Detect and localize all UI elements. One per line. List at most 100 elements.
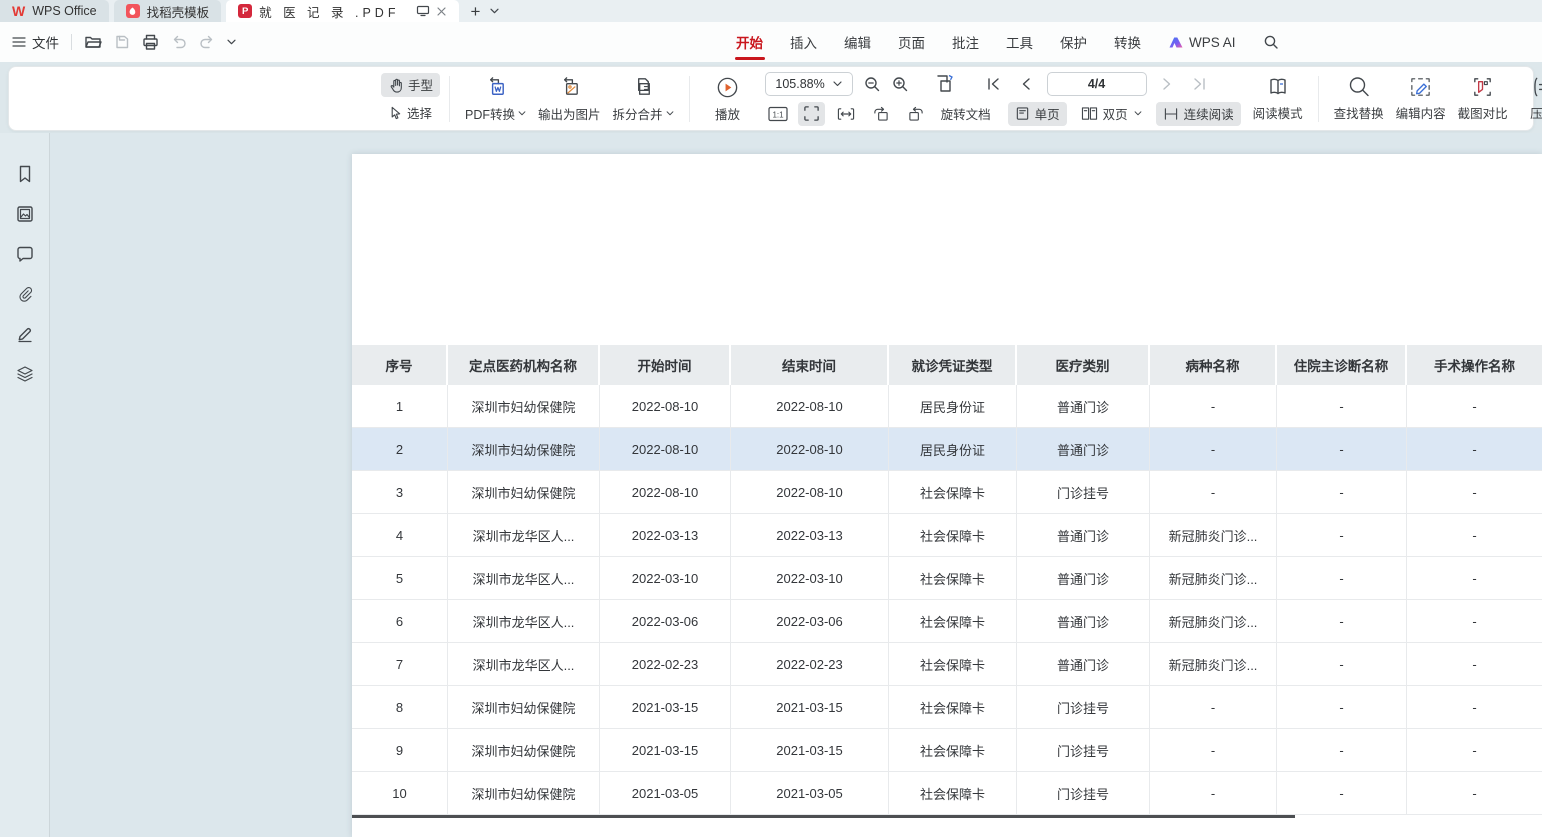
edit-content-button[interactable]: 编辑内容 (1390, 71, 1452, 127)
attachment-panel-icon[interactable] (12, 283, 38, 304)
table-cell: - (1277, 643, 1407, 686)
chevron-down-icon (666, 111, 674, 116)
table-cell: - (1277, 514, 1407, 557)
first-page-icon[interactable] (983, 78, 1005, 90)
table-cell: - (1407, 385, 1542, 428)
table-row: 4深圳市龙华区人...2022-03-132022-03-13社会保障卡普通门诊… (352, 514, 1542, 557)
header-cell: 开始时间 (600, 345, 731, 385)
table-cell: - (1277, 471, 1407, 514)
split-merge-button[interactable]: 拆分合并 (607, 71, 680, 127)
table-cell: 2022-03-06 (600, 600, 731, 643)
export-as-image-button[interactable]: 输出为图片 (532, 71, 607, 127)
table-cell: 深圳市妇幼保健院 (448, 471, 600, 514)
tab-document-pdf[interactable]: P 就 医 记 录 .PDF (226, 0, 459, 22)
medical-records-table: 序号定点医药机构名称开始时间结束时间就诊凭证类型医疗类别病种名称住院主诊断名称手… (352, 345, 1542, 815)
export-image-icon (557, 75, 582, 100)
table-cell: 深圳市妇幼保健院 (448, 729, 600, 772)
zoom-out-icon[interactable] (863, 75, 881, 93)
table-cell: 4 (352, 514, 448, 557)
zoom-in-icon[interactable] (891, 75, 909, 93)
swap-pages-icon[interactable] (933, 73, 957, 95)
table-cell: 普通门诊 (1017, 514, 1150, 557)
pdf-page: 序号定点医药机构名称开始时间结束时间就诊凭证类型医疗类别病种名称住院主诊断名称手… (352, 154, 1542, 837)
menu-tab-insert[interactable]: 插入 (790, 22, 817, 62)
table-cell: 2022-03-10 (600, 557, 731, 600)
undo-icon[interactable] (171, 35, 187, 49)
thumbnail-panel-icon[interactable] (12, 203, 38, 224)
table-cell: - (1277, 729, 1407, 772)
screenshot-compare-button[interactable]: 截图对比 (1452, 71, 1514, 127)
table-cell: - (1277, 428, 1407, 471)
menu-tab-page[interactable]: 页面 (898, 22, 925, 62)
read-mode-button[interactable]: 阅读模式 (1247, 71, 1309, 127)
book-icon (1265, 75, 1291, 99)
tab-label: 就 医 记 录 .PDF (259, 2, 399, 21)
table-cell: - (1150, 686, 1277, 729)
table-cell: - (1150, 428, 1277, 471)
bookmark-icon[interactable] (12, 163, 38, 184)
screen-share-icon[interactable] (416, 5, 430, 17)
hand-tool-button[interactable]: 手型 (381, 73, 440, 97)
page-number-input[interactable]: 4/4 (1047, 72, 1147, 96)
table-cell: 2021-03-15 (731, 686, 889, 729)
layers-panel-icon[interactable] (12, 363, 38, 384)
previous-page-icon[interactable] (1015, 78, 1037, 90)
file-menu-button[interactable]: 文件 (12, 32, 59, 52)
header-cell: 住院主诊断名称 (1277, 345, 1407, 385)
menu-tab-edit[interactable]: 编辑 (844, 22, 871, 62)
document-workspace: 序号定点医药机构名称开始时间结束时间就诊凭证类型医疗类别病种名称住院主诊断名称手… (0, 133, 1542, 837)
rotate-document-button[interactable]: 旋转文档 (937, 102, 995, 126)
divider (1318, 76, 1319, 122)
table-cell: 2022-02-23 (731, 643, 889, 686)
menu-tab-tools[interactable]: 工具 (1006, 22, 1033, 62)
ribbon-toolbar: 手型 选择 PDF转换 输出为图片 拆分合并 (8, 66, 1534, 131)
fit-width-icon (837, 107, 855, 121)
table-cell: - (1407, 471, 1542, 514)
save-icon[interactable] (114, 34, 130, 50)
menu-search-icon[interactable] (1263, 22, 1279, 62)
zoom-level-select[interactable]: 105.88% (765, 72, 853, 96)
table-cell: 2021-03-15 (600, 686, 731, 729)
pdf-convert-button[interactable]: PDF转换 (459, 71, 532, 127)
redo-icon[interactable] (199, 35, 215, 49)
continuous-read-button[interactable]: 连续阅读 (1156, 102, 1241, 126)
find-replace-button[interactable]: 查找替换 (1328, 71, 1390, 127)
annotate-pen-icon[interactable] (12, 323, 38, 344)
menu-tab-convert[interactable]: 转换 (1114, 22, 1141, 62)
continuous-scroll-icon (1163, 107, 1179, 121)
menu-tab-wps-ai[interactable]: WPS AI (1168, 22, 1236, 62)
select-tool-button[interactable]: 选择 (381, 101, 440, 125)
print-icon[interactable] (142, 34, 159, 50)
table-cell: 2022-03-13 (731, 514, 889, 557)
menu-tab-comment[interactable]: 批注 (952, 22, 979, 62)
table-cell: 社会保障卡 (889, 514, 1017, 557)
double-page-view-button[interactable]: 双页 (1074, 102, 1149, 126)
actual-size-button[interactable]: 1:1 (765, 102, 791, 126)
table-cell: 深圳市妇幼保健院 (448, 385, 600, 428)
open-file-icon[interactable] (84, 34, 102, 50)
fit-page-button[interactable] (798, 102, 825, 126)
table-cell: 2021-03-05 (731, 772, 889, 815)
more-tools-chevron-icon[interactable] (227, 39, 236, 45)
comment-panel-icon[interactable] (12, 243, 38, 264)
compress-icon (1530, 75, 1542, 99)
split-merge-icon (631, 75, 656, 100)
menu-tab-protect[interactable]: 保护 (1060, 22, 1087, 62)
last-page-icon[interactable] (1189, 78, 1211, 90)
docer-icon (126, 4, 140, 18)
chevron-down-icon (518, 111, 526, 116)
new-tab-button[interactable]: + (470, 3, 480, 20)
compress-button[interactable]: 压缩 (1514, 71, 1542, 127)
tab-list-chevron-icon[interactable] (490, 8, 499, 14)
fit-width-button[interactable] (832, 102, 860, 126)
play-slideshow-button[interactable]: 播放 (699, 71, 757, 127)
menu-tab-home[interactable]: 开始 (736, 22, 763, 62)
rotate-right-button[interactable] (902, 102, 930, 126)
rotate-left-button[interactable] (867, 102, 895, 126)
close-tab-icon[interactable] (436, 6, 447, 17)
tab-docer-templates[interactable]: 找稻壳模板 (114, 0, 222, 22)
table-row: 8深圳市妇幼保健院2021-03-152021-03-15社会保障卡门诊挂号--… (352, 686, 1542, 729)
single-page-view-button[interactable]: 单页 (1008, 102, 1067, 126)
tab-wps-office[interactable]: W WPS Office (0, 0, 109, 22)
next-page-icon[interactable] (1157, 78, 1179, 90)
